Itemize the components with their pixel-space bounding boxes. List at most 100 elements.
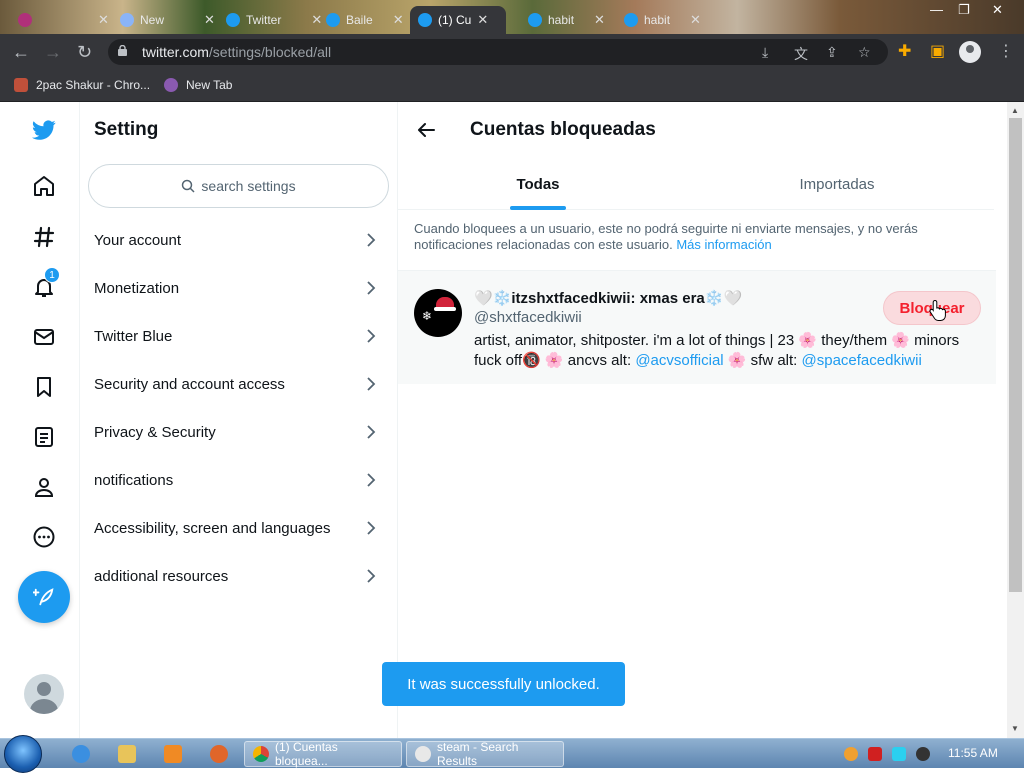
bookmark-favicon-icon <box>164 78 178 92</box>
browser-icon <box>415 746 431 762</box>
browser-tab[interactable]: habit ✕ <box>616 6 709 34</box>
success-toast: It was successfully unlocked. <box>382 662 625 706</box>
close-tab-icon[interactable]: ✕ <box>477 12 488 28</box>
browser-tab[interactable]: ✕ <box>10 6 117 34</box>
twitter-page: 1 Setting search settings Your account M… <box>0 102 1024 738</box>
minimize-icon[interactable]: — <box>930 2 943 17</box>
tab-todas[interactable]: Todas <box>398 158 678 210</box>
bookmarks-bar: 2pac Shakur - Chro... New Tab <box>0 70 1024 102</box>
tab-favicon-icon <box>18 13 32 27</box>
lists-icon[interactable] <box>30 423 58 451</box>
bio-mention-link[interactable]: @acvsofficial <box>635 352 723 369</box>
settings-item-twitter-blue[interactable]: Twitter Blue <box>80 312 398 360</box>
tab-importadas[interactable]: Importadas <box>694 158 980 210</box>
install-icon[interactable]: ⤓ <box>762 44 768 61</box>
profile-icon[interactable] <box>30 473 58 501</box>
taskbar-window-chrome[interactable]: (1) Cuentas bloquea... <box>244 740 402 768</box>
chevron-right-icon <box>367 329 376 343</box>
feather-plus-icon <box>33 588 54 606</box>
scroll-up-icon[interactable]: ▲ <box>1011 106 1019 115</box>
tray-network-icon[interactable] <box>892 747 906 761</box>
tray-search-icon[interactable] <box>844 747 858 761</box>
close-tab-icon[interactable]: ✕ <box>393 12 404 28</box>
close-tab-icon[interactable]: ✕ <box>594 12 605 28</box>
share-icon[interactable]: ⇪ <box>826 44 838 61</box>
settings-search-input[interactable]: search settings <box>88 164 389 208</box>
blocked-user-avatar[interactable]: ❄ <box>414 289 462 337</box>
extensions-icon[interactable]: ✚ <box>898 41 911 61</box>
browser-tab[interactable]: habit ✕ <box>520 6 613 34</box>
browser-toolbar: ← → ↻ twitter.com/settings/blocked/all ⤓… <box>0 34 1024 70</box>
side-panel-icon[interactable]: ▣ <box>930 41 945 61</box>
browser-tab[interactable]: New ✕ <box>112 6 223 34</box>
bookmarks-icon[interactable] <box>30 373 58 401</box>
browser-tab[interactable]: Baile ✕ <box>318 6 412 34</box>
lock-icon <box>118 45 127 56</box>
close-window-icon[interactable]: ✕ <box>992 2 1003 18</box>
settings-item-security[interactable]: Security and account access <box>80 360 398 408</box>
page-title: Cuentas bloqueadas <box>470 119 656 140</box>
start-button[interactable] <box>4 735 42 773</box>
twitter-favicon-icon <box>624 13 638 27</box>
chevron-right-icon <box>367 377 376 391</box>
chevron-right-icon <box>367 473 376 487</box>
scroll-down-icon[interactable]: ▼ <box>1011 724 1019 733</box>
settings-title: Setting <box>94 119 159 140</box>
account-avatar[interactable] <box>24 674 64 714</box>
explore-icon[interactable] <box>30 223 58 251</box>
close-tab-icon[interactable]: ✕ <box>690 12 701 28</box>
blocked-info-text: Cuando bloquees a un usuario, este no po… <box>414 221 918 252</box>
chevron-right-icon <box>367 281 376 295</box>
notifications-icon[interactable]: 1 <box>30 267 60 301</box>
twitter-favicon-icon <box>418 13 432 27</box>
back-arrow-icon[interactable] <box>416 120 436 140</box>
back-icon[interactable]: ← <box>12 42 30 62</box>
settings-item-monetization[interactable]: Monetization <box>80 264 398 312</box>
chevron-right-icon <box>367 569 376 583</box>
snowflake-icon: ❄ <box>422 309 433 323</box>
reload-icon[interactable]: ↻ <box>77 42 92 62</box>
twitter-favicon-icon <box>226 13 240 27</box>
settings-item-notifications[interactable]: notifications <box>80 456 398 504</box>
settings-item-additional-resources[interactable]: additional resources <box>80 552 398 600</box>
bookmark-item[interactable]: 2pac Shakur - Chro... <box>14 78 150 92</box>
twitter-favicon-icon <box>326 13 340 27</box>
close-tab-icon[interactable]: ✕ <box>98 12 109 28</box>
taskbar-window-steam[interactable]: steam - Search Results <box>406 740 564 768</box>
app-icon[interactable] <box>210 745 228 763</box>
browser-tab[interactable]: Twitter ✕ <box>218 6 330 34</box>
page-scrollbar[interactable]: ▲ ▼ <box>1007 102 1024 738</box>
scrollbar-thumb[interactable] <box>1009 118 1022 592</box>
more-icon[interactable] <box>30 523 58 551</box>
messages-icon[interactable] <box>30 323 58 351</box>
folder-icon[interactable] <box>118 745 136 763</box>
chevron-right-icon <box>367 425 376 439</box>
bookmark-star-icon[interactable]: ☆ <box>858 44 871 61</box>
tray-volume-icon[interactable] <box>916 747 930 761</box>
home-icon[interactable] <box>30 172 58 200</box>
media-player-icon[interactable] <box>164 745 182 763</box>
forward-icon[interactable]: → <box>44 42 62 62</box>
translate-icon[interactable]: 文 <box>794 44 808 64</box>
profile-avatar-icon[interactable] <box>959 41 981 63</box>
bio-mention-link[interactable]: @spacefacedkiwii <box>802 352 922 369</box>
taskbar-clock: 11:55 AM <box>948 746 998 760</box>
bookmark-item[interactable]: New Tab <box>164 78 232 92</box>
twitter-logo-icon[interactable] <box>30 116 58 144</box>
restore-icon[interactable]: ❐ <box>958 2 970 18</box>
address-bar[interactable]: twitter.com/settings/blocked/all ⤓ 文 ⇪ ☆ <box>108 39 888 65</box>
blocked-user-name[interactable]: 🤍❄️itzshxtfacedkiwii: xmas era❄️🤍 <box>474 289 742 307</box>
blocked-user-bio: artist, animator, shitposter. i'm a lot … <box>474 332 960 369</box>
menu-kebab-icon[interactable]: ⋮ <box>998 41 1014 61</box>
settings-item-accessibility[interactable]: Accessibility, screen and languages <box>80 504 398 552</box>
blocked-user-row[interactable]: ❄ 🤍❄️itzshxtfacedkiwii: xmas era❄️🤍 @shx… <box>398 270 996 384</box>
internet-explorer-icon[interactable] <box>72 745 90 763</box>
settings-item-your-account[interactable]: Your account <box>80 216 398 264</box>
blocked-tabs: Todas Importadas <box>398 158 994 210</box>
close-tab-icon[interactable]: ✕ <box>204 12 215 28</box>
compose-tweet-button[interactable] <box>18 571 70 623</box>
more-info-link[interactable]: Más información <box>676 237 771 252</box>
settings-item-privacy[interactable]: Privacy & Security <box>80 408 398 456</box>
browser-tab-active[interactable]: (1) Cu ✕ <box>410 6 506 34</box>
tray-flag-icon[interactable] <box>868 747 882 761</box>
